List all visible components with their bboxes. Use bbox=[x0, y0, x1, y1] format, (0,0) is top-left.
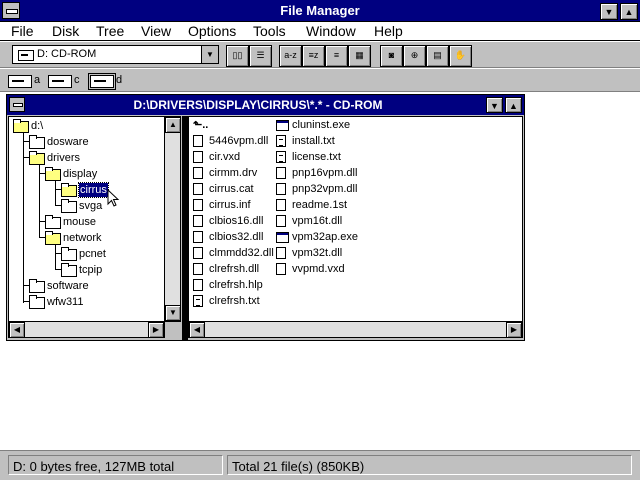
scroll-up-icon[interactable]: ▲ bbox=[165, 117, 181, 133]
sort-by-size-button[interactable]: ≡ bbox=[325, 45, 348, 67]
folder-icon bbox=[61, 263, 77, 277]
text-file-icon bbox=[193, 295, 203, 307]
menu-tools[interactable]: Tools bbox=[253, 23, 286, 39]
cd-drive-icon bbox=[88, 73, 116, 90]
drive-a[interactable]: a bbox=[8, 73, 42, 89]
sort-by-type-button[interactable]: ≡z bbox=[302, 45, 325, 67]
window-system-menu-icon[interactable] bbox=[9, 97, 25, 112]
menu-view[interactable]: View bbox=[141, 23, 171, 39]
sort-by-name-button[interactable]: a-z bbox=[279, 45, 302, 67]
menu-help[interactable]: Help bbox=[374, 23, 403, 39]
program-file-icon bbox=[276, 232, 289, 243]
folder-icon bbox=[29, 295, 45, 309]
folder-open-icon bbox=[45, 231, 61, 245]
scroll-left-icon[interactable]: ◀ bbox=[9, 322, 25, 338]
dropdown-arrow-icon[interactable]: ▼ bbox=[201, 46, 218, 63]
document-icon bbox=[193, 279, 203, 291]
share-as-button[interactable]: ▤ bbox=[426, 45, 449, 67]
document-icon bbox=[193, 247, 203, 259]
tree-vertical-scrollbar[interactable]: ▲ ▼ bbox=[165, 116, 181, 322]
document-icon bbox=[193, 167, 203, 179]
tree-horizontal-scrollbar[interactable]: ◀ ▶ bbox=[8, 322, 165, 338]
document-icon bbox=[276, 247, 286, 259]
document-icon bbox=[276, 199, 286, 211]
document-icon bbox=[276, 183, 286, 195]
folder-open-icon bbox=[61, 183, 77, 197]
folder-icon bbox=[29, 279, 45, 293]
document-icon bbox=[193, 135, 203, 147]
menu-tree[interactable]: Tree bbox=[96, 23, 124, 39]
document-icon bbox=[193, 199, 203, 211]
folder-open-icon bbox=[29, 151, 45, 165]
disk-status: D: 0 bytes free, 127MB total bbox=[8, 455, 223, 475]
disconnect-drive-icon: ⊕ bbox=[410, 50, 419, 60]
scroll-left-icon[interactable]: ◀ bbox=[189, 322, 205, 338]
connect-drive-icon: ◙ bbox=[388, 50, 395, 60]
share-icon: ▤ bbox=[433, 50, 442, 60]
cd-drive-icon bbox=[18, 50, 34, 61]
maximize-button[interactable]: ▲ bbox=[620, 3, 638, 20]
folder-open-icon bbox=[13, 119, 29, 133]
document-icon bbox=[276, 263, 286, 275]
text-file-icon bbox=[276, 135, 286, 147]
folder-open-icon bbox=[45, 167, 61, 181]
menu-window[interactable]: Window bbox=[306, 23, 356, 39]
document-icon bbox=[276, 167, 286, 179]
floppy-drive-icon bbox=[8, 75, 32, 88]
program-file-icon bbox=[276, 120, 289, 131]
menu-bar: File Disk Tree View Options Tools Window… bbox=[0, 22, 640, 41]
minimize-icon: ▼ bbox=[604, 7, 614, 17]
tree-view-icon: ▯▯ bbox=[232, 50, 243, 60]
stop-sharing-button[interactable]: ✋ bbox=[449, 45, 472, 67]
details-view-icon: ☰ bbox=[256, 50, 265, 60]
view-tree-button[interactable]: ▯▯ bbox=[226, 45, 249, 67]
sort-type-icon: ≡z bbox=[308, 50, 319, 60]
file-count-status: Total 21 file(s) (850KB) bbox=[227, 455, 632, 475]
document-icon bbox=[276, 215, 286, 227]
hard-drive-icon bbox=[48, 75, 72, 88]
minimize-icon: ▼ bbox=[490, 101, 499, 111]
document-icon bbox=[193, 151, 203, 163]
sort-size-icon: ≡ bbox=[333, 50, 340, 60]
folder-icon bbox=[45, 215, 61, 229]
stop-share-icon: ✋ bbox=[454, 50, 467, 60]
view-details-button[interactable]: ☰ bbox=[249, 45, 272, 67]
app-title: File Manager bbox=[280, 3, 360, 18]
directory-window-title: D:\DRIVERS\DISPLAY\CIRRUS\*.* - CD-ROM bbox=[133, 98, 383, 112]
drive-select[interactable]: D: CD-ROM ▼ bbox=[12, 45, 219, 64]
document-icon bbox=[193, 183, 203, 195]
scroll-right-icon[interactable]: ▶ bbox=[506, 322, 522, 338]
folder-icon bbox=[61, 247, 77, 261]
folder-icon bbox=[61, 199, 77, 213]
folder-icon bbox=[29, 135, 45, 149]
drive-select-value: D: CD-ROM bbox=[37, 48, 97, 60]
child-maximize-button[interactable]: ▲ bbox=[505, 97, 522, 113]
scroll-right-icon[interactable]: ▶ bbox=[148, 322, 164, 338]
scroll-down-icon[interactable]: ▼ bbox=[165, 305, 181, 321]
maximize-icon: ▲ bbox=[624, 7, 634, 17]
disconnect-drive-button[interactable]: ⊕ bbox=[403, 45, 426, 67]
sort-by-date-button[interactable]: ▦ bbox=[348, 45, 371, 67]
document-icon bbox=[193, 263, 203, 275]
mouse-cursor-icon bbox=[107, 189, 120, 207]
sort-date-icon: ▦ bbox=[355, 50, 364, 60]
parent-directory-icon[interactable]: ⬑.. bbox=[193, 118, 208, 131]
menu-disk[interactable]: Disk bbox=[52, 23, 79, 39]
drive-c[interactable]: c bbox=[48, 73, 82, 89]
file-list[interactable]: ⬑.. 5446vpm.dll cir.vxd cirmm.drv cirrus… bbox=[188, 116, 523, 322]
menu-file[interactable]: File bbox=[11, 23, 34, 39]
document-icon bbox=[193, 231, 203, 243]
directory-tree[interactable]: d:\ dosware drivers display cirrus svga … bbox=[8, 116, 165, 322]
document-icon bbox=[193, 215, 203, 227]
minimize-button[interactable]: ▼ bbox=[600, 3, 618, 20]
child-minimize-button[interactable]: ▼ bbox=[486, 97, 503, 113]
text-file-icon bbox=[276, 151, 286, 163]
drive-d[interactable]: d bbox=[88, 73, 124, 90]
maximize-icon: ▲ bbox=[509, 101, 518, 111]
connect-drive-button[interactable]: ◙ bbox=[380, 45, 403, 67]
sort-name-icon: a-z bbox=[284, 50, 297, 60]
file-list-horizontal-scrollbar[interactable]: ◀ ▶ bbox=[188, 322, 523, 338]
menu-options[interactable]: Options bbox=[188, 23, 236, 39]
